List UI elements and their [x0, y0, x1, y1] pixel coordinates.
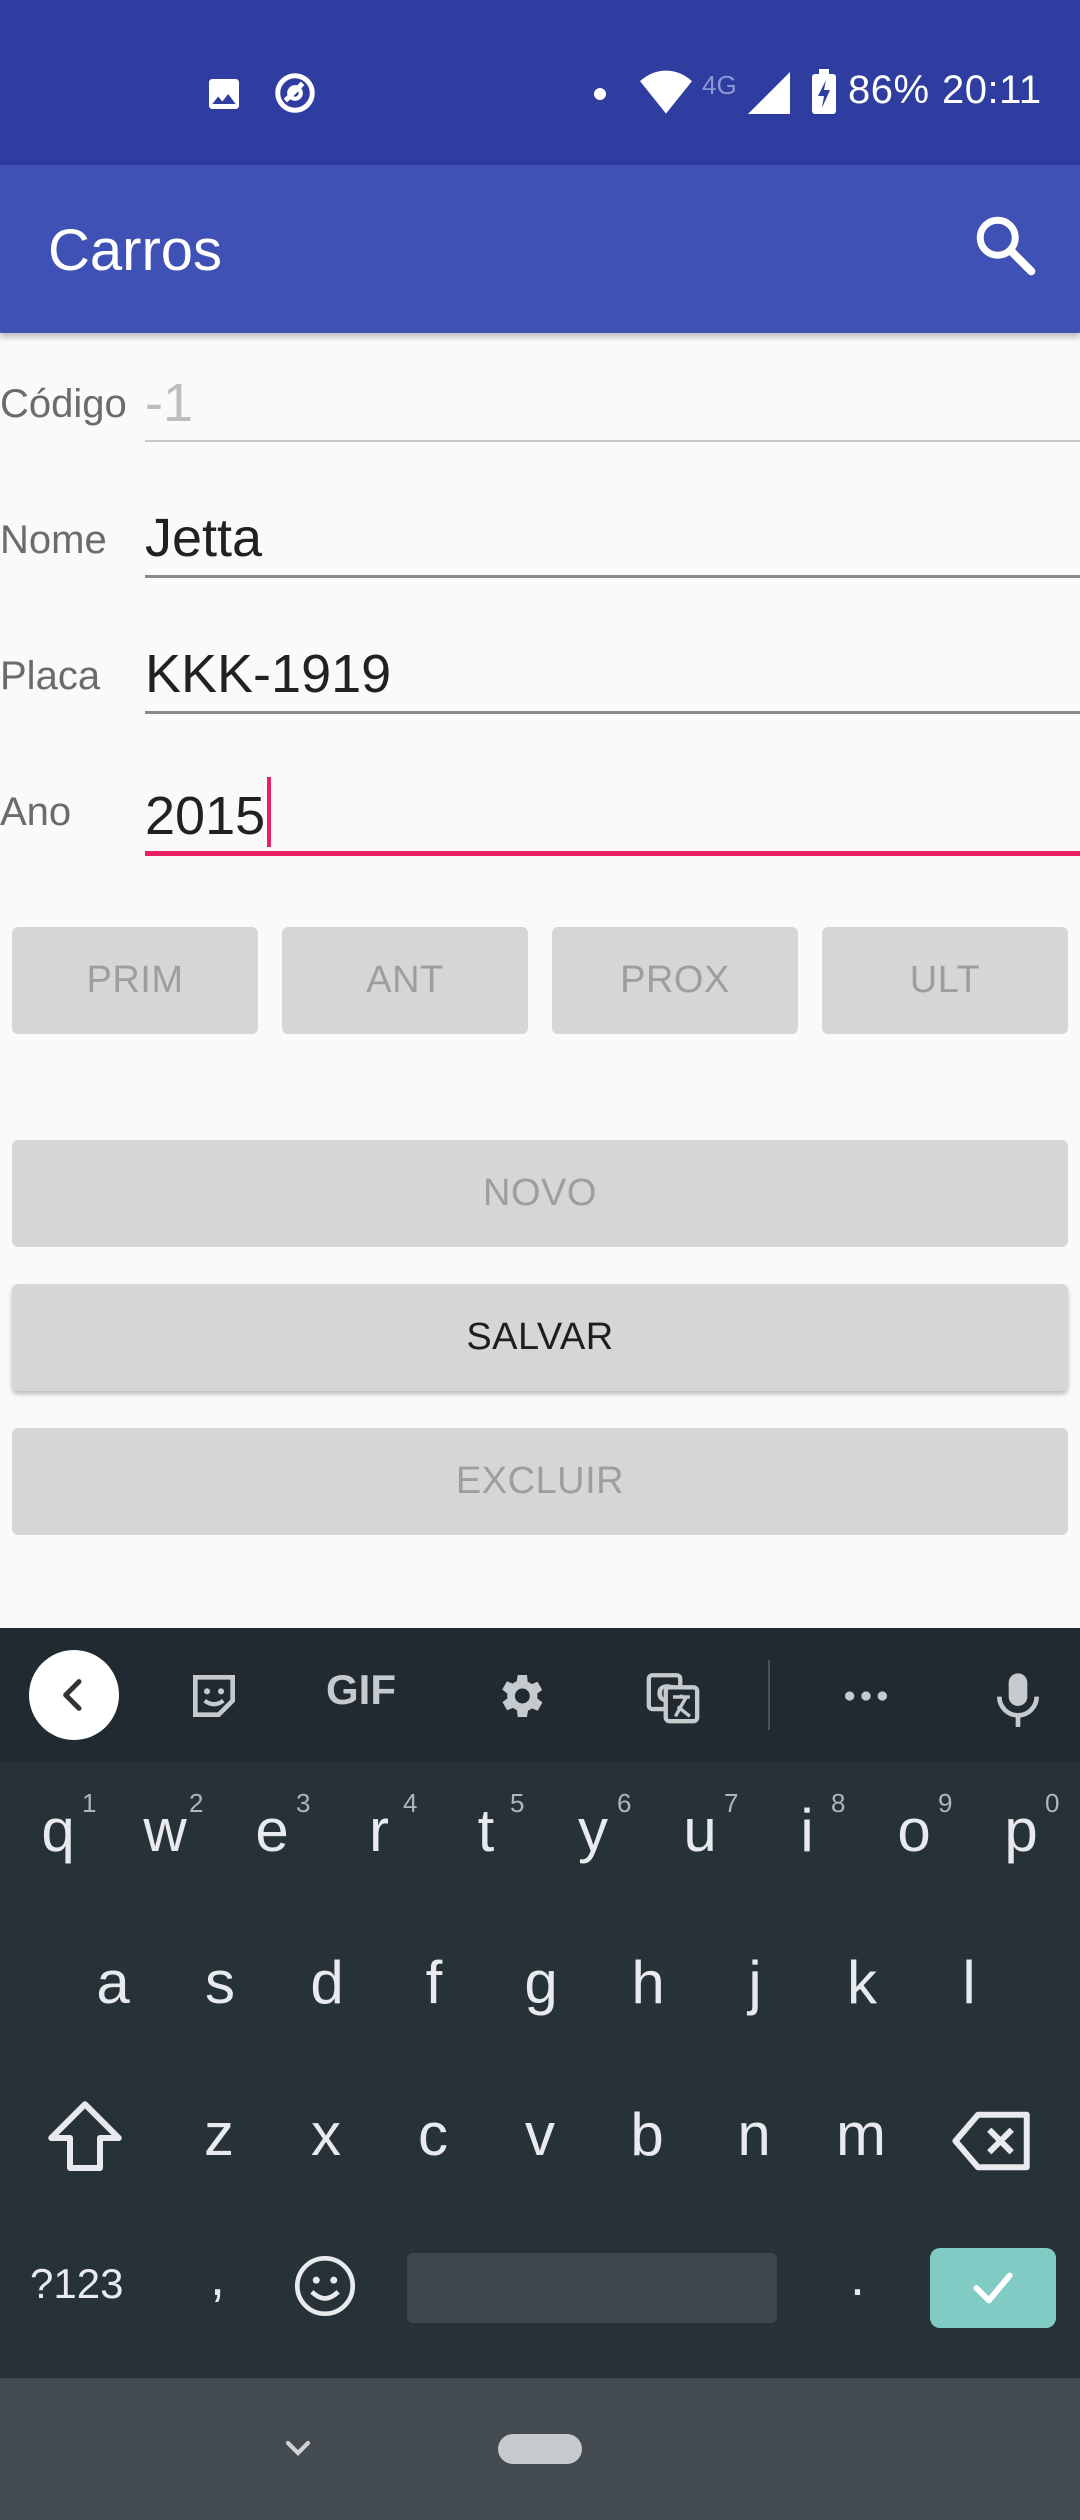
- system-nav-bar: [0, 2378, 1080, 2520]
- prim-button[interactable]: PRIM: [12, 927, 258, 1034]
- translate-icon[interactable]: G: [644, 1668, 702, 1726]
- soft-keyboard: GIF G ?123 , . q1w2e3r4t5y6u7i8o9p0asdfg…: [0, 1628, 1080, 2378]
- key-hint-6: 6: [617, 1788, 632, 1818]
- sticker-icon[interactable]: [186, 1668, 242, 1724]
- key-hint-2: 2: [189, 1788, 204, 1818]
- cell-signal-icon: [748, 72, 790, 114]
- network-type: 4G: [702, 70, 737, 100]
- codigo-label: Código: [0, 382, 127, 426]
- app-title: Carros: [48, 218, 223, 283]
- key-n[interactable]: n: [704, 2100, 804, 2169]
- battery-charging-icon: [812, 69, 836, 114]
- settings-gear-icon[interactable]: [492, 1668, 548, 1724]
- home-pill[interactable]: [498, 2434, 582, 2464]
- ano-value: 2015: [145, 786, 266, 846]
- nome-label: Nome: [0, 518, 107, 562]
- key-hint-3: 3: [296, 1788, 311, 1818]
- image-notification-icon: [209, 79, 239, 109]
- key-k[interactable]: k: [812, 1948, 912, 2017]
- key-hint-9: 9: [938, 1788, 953, 1818]
- placa-value: KKK-1919: [145, 644, 392, 704]
- emoji-key[interactable]: [290, 2251, 360, 2321]
- more-options-icon[interactable]: [838, 1668, 894, 1724]
- key-hint-8: 8: [831, 1788, 846, 1818]
- enter-key[interactable]: [930, 2248, 1056, 2328]
- key-z[interactable]: z: [169, 2100, 269, 2169]
- comma-key[interactable]: ,: [210, 2246, 225, 2308]
- search-button[interactable]: [970, 210, 1040, 280]
- key-hint-5: 5: [510, 1788, 525, 1818]
- backspace-key[interactable]: [948, 2096, 1038, 2186]
- microphone-icon[interactable]: [990, 1668, 1046, 1730]
- chevron-left-icon: [63, 1679, 82, 1711]
- key-h[interactable]: h: [598, 1948, 698, 2017]
- placa-field[interactable]: KKK-1919: [145, 644, 1080, 714]
- ano-label: Ano: [0, 790, 72, 834]
- key-f[interactable]: f: [384, 1948, 484, 2017]
- collapse-toolbar-button[interactable]: [29, 1650, 119, 1740]
- key-hint-4: 4: [403, 1788, 418, 1818]
- period-key[interactable]: .: [850, 2246, 865, 2308]
- gif-button[interactable]: GIF: [326, 1666, 396, 1714]
- excluir-button[interactable]: EXCLUIR: [12, 1428, 1068, 1535]
- checkmark-icon: [973, 2272, 1013, 2304]
- nome-field[interactable]: Jetta: [145, 508, 1080, 578]
- shift-icon: [48, 2101, 122, 2171]
- shift-key[interactable]: [40, 2093, 130, 2183]
- keyboard-toolbar: GIF G: [0, 1628, 1080, 1762]
- key-x[interactable]: x: [276, 2100, 376, 2169]
- key-hint-7: 7: [724, 1788, 739, 1818]
- notification-dot-icon: [594, 88, 606, 100]
- emoji-icon: [294, 2255, 356, 2317]
- placa-label: Placa: [0, 654, 101, 698]
- sync-notification-icon: [275, 73, 315, 113]
- battery-percent: 86%: [848, 68, 930, 112]
- key-d[interactable]: d: [277, 1948, 377, 2017]
- key-j[interactable]: j: [705, 1948, 805, 2017]
- text-cursor: [267, 777, 272, 847]
- backspace-icon: [952, 2111, 1030, 2171]
- ano-field[interactable]: 2015: [145, 777, 1080, 856]
- ult-button[interactable]: ULT: [822, 927, 1068, 1034]
- key-g[interactable]: g: [491, 1948, 591, 2017]
- codigo-field[interactable]: -1: [145, 372, 1080, 442]
- status-bar: 4G 86% 20:11: [0, 0, 1080, 165]
- hide-keyboard-chevron-icon[interactable]: [278, 2428, 318, 2468]
- prox-button[interactable]: PROX: [552, 927, 798, 1034]
- app-bar: Carros: [0, 165, 1080, 333]
- codigo-value: -1: [145, 373, 194, 433]
- clock: 20:11: [942, 68, 1042, 112]
- novo-button[interactable]: NOVO: [12, 1140, 1068, 1247]
- toolbar-divider: [768, 1660, 770, 1730]
- key-c[interactable]: c: [383, 2100, 483, 2169]
- wifi-icon: [640, 70, 692, 114]
- salvar-button[interactable]: SALVAR: [12, 1284, 1068, 1391]
- key-hint-0: 0: [1045, 1788, 1060, 1818]
- ant-button[interactable]: ANT: [282, 927, 528, 1034]
- key-m[interactable]: m: [811, 2100, 911, 2169]
- key-s[interactable]: s: [170, 1948, 270, 2017]
- symbols-key[interactable]: ?123: [30, 2260, 123, 2308]
- key-v[interactable]: v: [490, 2100, 590, 2169]
- key-hint-1: 1: [82, 1788, 97, 1818]
- space-key[interactable]: [407, 2253, 777, 2323]
- search-icon: [976, 216, 1036, 276]
- key-b[interactable]: b: [597, 2100, 697, 2169]
- nome-value: Jetta: [145, 508, 263, 568]
- key-a[interactable]: a: [63, 1948, 163, 2017]
- key-l[interactable]: l: [919, 1948, 1019, 2017]
